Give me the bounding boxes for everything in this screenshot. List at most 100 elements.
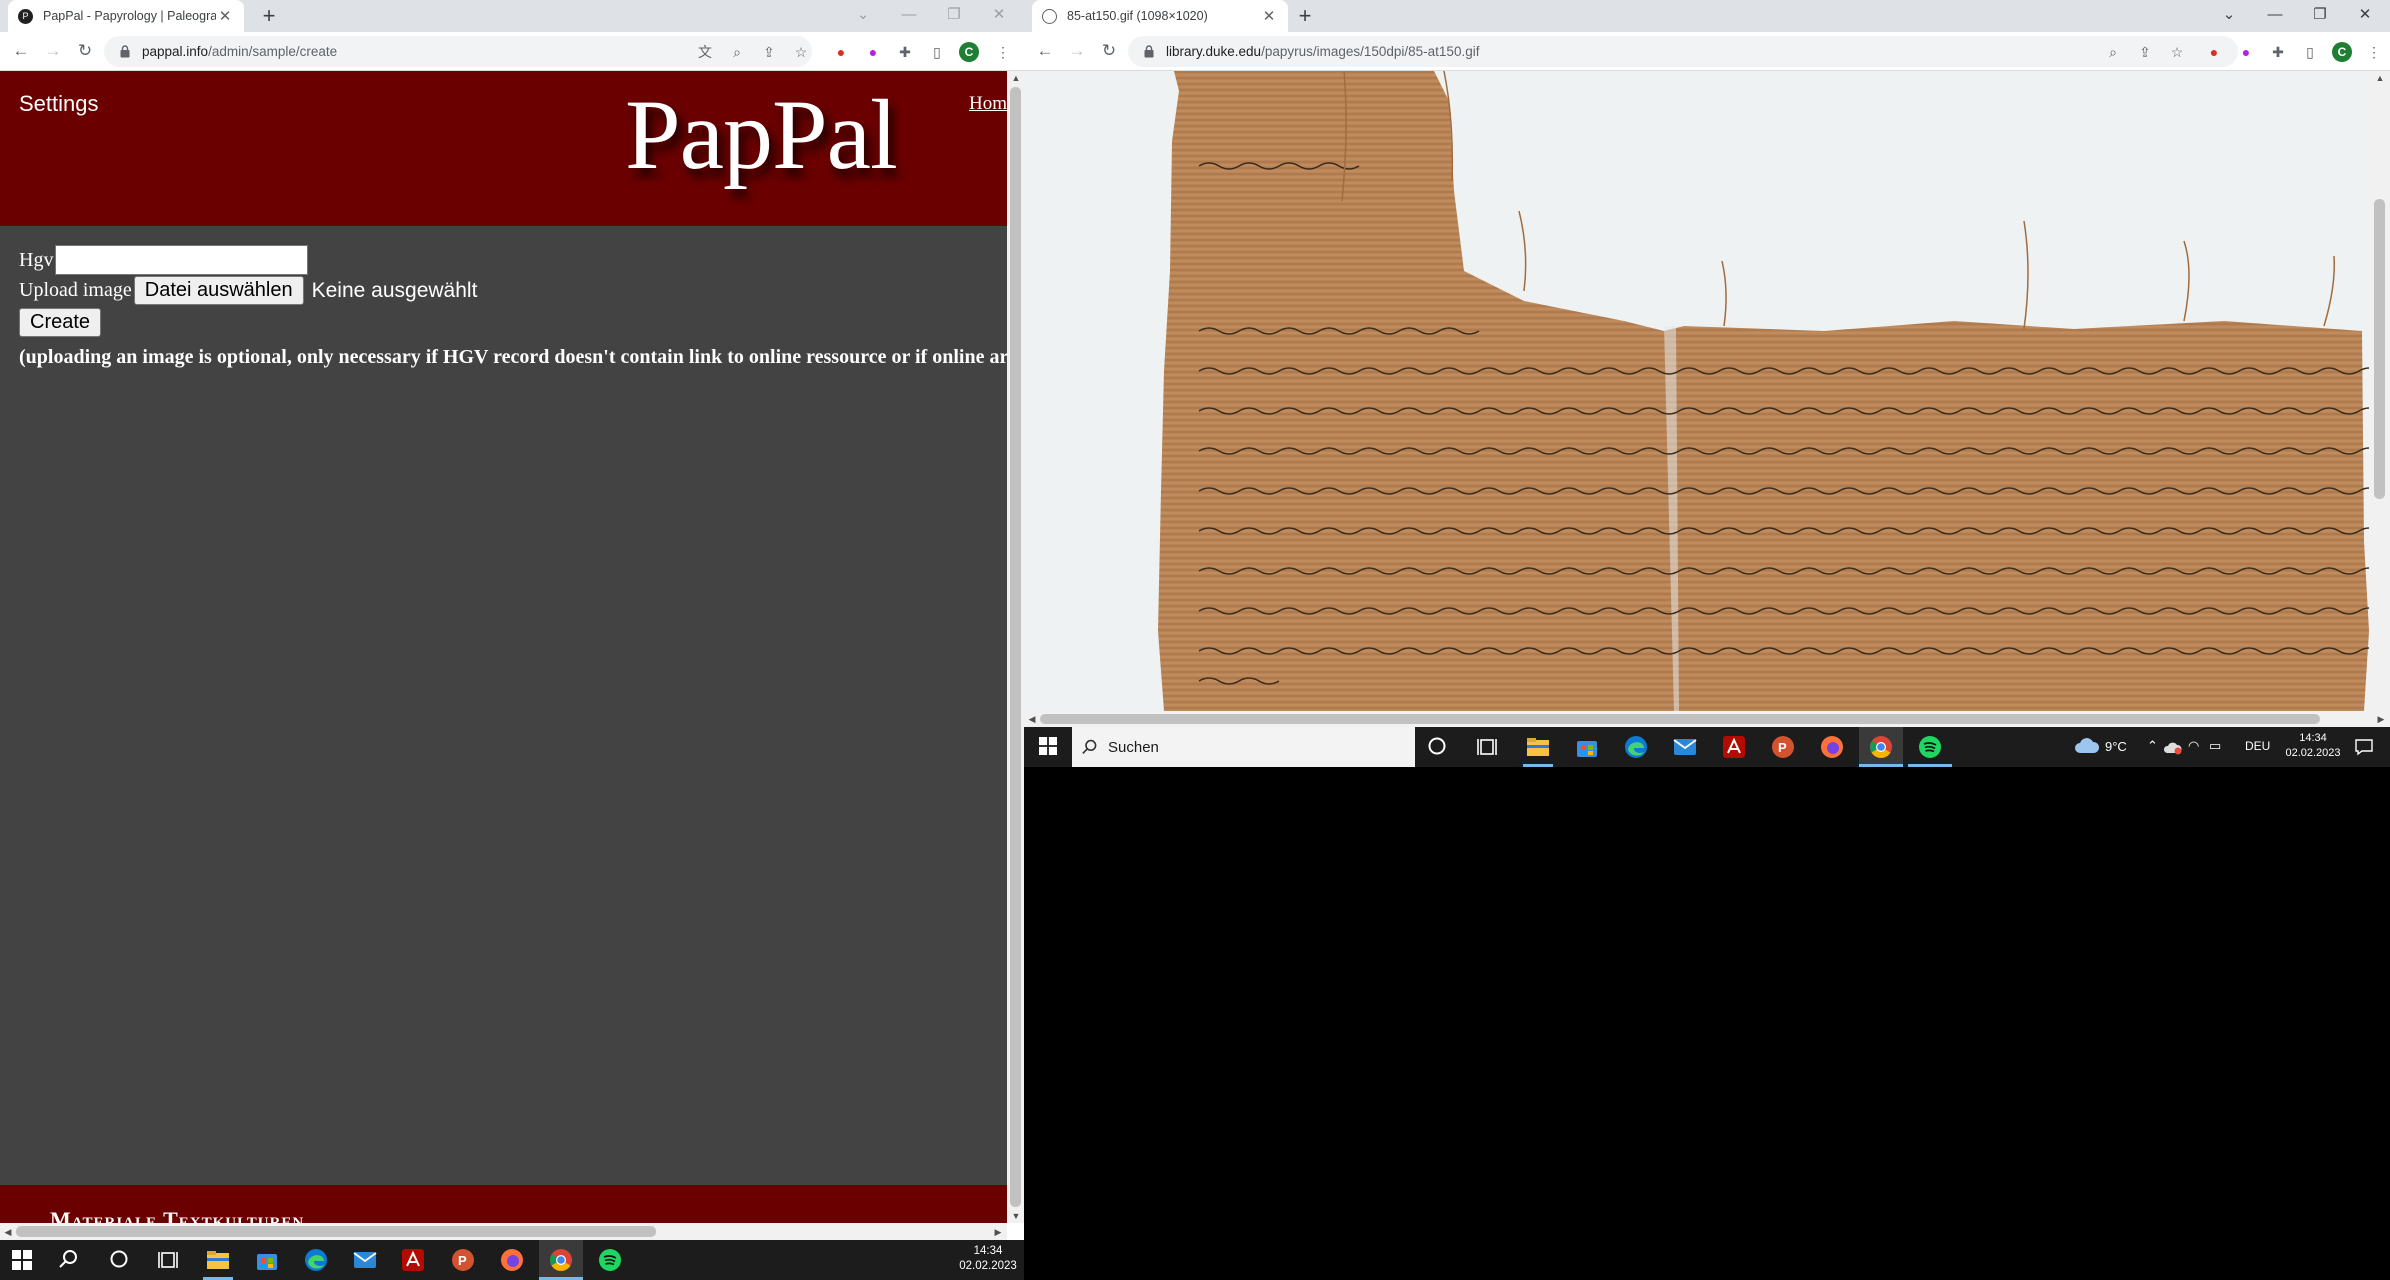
edge-icon[interactable] <box>304 1248 328 1272</box>
home-link[interactable]: Home <box>969 93 1007 115</box>
scroll-up-right-icon[interactable]: ▲ <box>2373 71 2387 85</box>
reload-icon[interactable]: ↻ <box>74 40 96 62</box>
spotify-right-icon[interactable] <box>1918 735 1942 759</box>
notifications-icon[interactable] <box>2354 737 2374 757</box>
vertical-scrollbar-right[interactable]: ▲ <box>2369 71 2390 711</box>
vertical-scrollbar[interactable]: ▲ ▼ <box>1007 71 1024 1223</box>
new-tab-button[interactable]: + <box>256 4 282 30</box>
back-arrow-right-icon[interactable]: ← <box>1034 40 1056 62</box>
create-button[interactable]: Create <box>19 308 102 337</box>
forward-arrow-right-icon[interactable]: → <box>1066 40 1088 62</box>
address-bar-right[interactable]: library.duke.edu/papyrus/images/150dpi/8… <box>1128 36 2238 67</box>
forward-arrow-icon[interactable]: → <box>42 40 64 62</box>
battery-icon[interactable]: ▭ <box>2209 738 2221 754</box>
task-view-icon[interactable] <box>157 1249 179 1271</box>
new-tab-right-button[interactable]: + <box>1292 4 1318 30</box>
task-view-right-icon[interactable] <box>1476 736 1498 758</box>
extensions-puzzle-icon[interactable]: ✚ <box>895 42 915 62</box>
chrome-icon[interactable] <box>549 1248 573 1272</box>
weather-temp[interactable]: 9°C <box>2105 739 2127 754</box>
sidepanel-icon[interactable]: ▯ <box>927 42 947 62</box>
close-window-button[interactable]: ✕ <box>978 0 1020 32</box>
tab-pappal[interactable]: P PapPal - Papyrology | Paleography ✕ <box>8 0 244 32</box>
hgv-label: Hgv <box>19 248 54 271</box>
scroll-down-arrow-icon[interactable]: ▼ <box>1009 1209 1023 1223</box>
settings-link[interactable]: Settings <box>19 91 99 117</box>
pappal-page: Settings PapPal Home Hgv Upload image Da… <box>0 71 1007 1223</box>
tab-search-icon[interactable]: ⌄ <box>842 0 884 32</box>
choose-file-button[interactable]: Datei auswählen <box>133 276 304 305</box>
vertical-scroll-thumb[interactable] <box>1010 87 1021 1207</box>
translate-icon[interactable]: 文 <box>695 42 715 62</box>
extension-purple-right-icon[interactable]: ● <box>2236 42 2256 62</box>
tab-search-right-icon[interactable]: ⌄ <box>2208 0 2250 32</box>
chrome-right-icon[interactable] <box>1869 735 1893 759</box>
weather-cloud-icon[interactable] <box>2074 737 2100 755</box>
profile-avatar[interactable]: C <box>959 42 979 62</box>
extension-red-icon[interactable]: ● <box>831 42 851 62</box>
clock-right[interactable]: 14:34 02.02.2023 <box>2274 731 2352 761</box>
vertical-thumb-right[interactable] <box>2374 199 2385 499</box>
bookmark-star-icon[interactable]: ☆ <box>791 42 811 62</box>
bookmark-star-right-icon[interactable]: ☆ <box>2167 42 2187 62</box>
clock-bottom[interactable]: 14:34 02.02.2023 <box>955 1244 1021 1274</box>
restore-button[interactable]: ❐ <box>933 0 975 32</box>
horizontal-scrollbar-right[interactable]: ◀ ▶ <box>1024 711 2390 727</box>
file-explorer-icon[interactable] <box>206 1248 230 1272</box>
cortana-icon[interactable] <box>109 1249 129 1269</box>
tab-duke-image[interactable]: 85-at150.gif (1098×1020) ✕ <box>1032 0 1288 32</box>
share-icon[interactable]: ⇪ <box>759 42 779 62</box>
horizontal-thumb-right[interactable] <box>1040 714 2320 724</box>
menu-kebab-right-icon[interactable]: ⋮ <box>2364 42 2384 62</box>
onedrive-icon[interactable] <box>2164 739 2182 755</box>
zoom-icon[interactable]: ⌕ <box>727 42 747 62</box>
menu-kebab-icon[interactable]: ⋮ <box>993 42 1013 62</box>
store-right-icon[interactable] <box>1575 735 1599 759</box>
search-icon[interactable] <box>59 1249 79 1269</box>
scroll-left-arrow-icon[interactable]: ◀ <box>1 1225 15 1239</box>
scroll-right-right-icon[interactable]: ▶ <box>2374 712 2388 726</box>
back-arrow-icon[interactable]: ← <box>10 40 32 62</box>
store-icon[interactable] <box>255 1248 279 1272</box>
close-tab-right-icon[interactable]: ✕ <box>1260 7 1278 25</box>
firefox-icon[interactable] <box>500 1248 524 1272</box>
wifi-icon[interactable]: ◠ <box>2188 738 2199 754</box>
scroll-right-arrow-icon[interactable]: ▶ <box>991 1225 1005 1239</box>
powerpoint-right-icon[interactable]: P <box>1771 735 1795 759</box>
mail-right-icon[interactable] <box>1673 735 1697 759</box>
tray-chevron-up-icon[interactable]: ⌃ <box>2147 738 2158 754</box>
scroll-left-right-icon[interactable]: ◀ <box>1025 712 1039 726</box>
taskbar-search-box[interactable]: Suchen <box>1072 727 1415 767</box>
profile-avatar-right[interactable]: C <box>2332 42 2352 62</box>
minimize-right-button[interactable]: — <box>2254 0 2296 32</box>
firefox-right-icon[interactable] <box>1820 735 1844 759</box>
acrobat-icon[interactable] <box>401 1248 425 1272</box>
extensions-puzzle-right-icon[interactable]: ✚ <box>2268 42 2288 62</box>
share-right-icon[interactable]: ⇪ <box>2135 42 2155 62</box>
scroll-up-arrow-icon[interactable]: ▲ <box>1009 71 1023 85</box>
spotify-icon[interactable] <box>598 1248 622 1272</box>
reload-right-icon[interactable]: ↻ <box>1098 40 1120 62</box>
minimize-button[interactable]: — <box>888 0 930 32</box>
acrobat-right-icon[interactable] <box>1722 735 1746 759</box>
horizontal-scrollbar[interactable]: ◀ ▶ <box>0 1223 1007 1240</box>
sidepanel-right-icon[interactable]: ▯ <box>2300 42 2320 62</box>
cortana-right-icon[interactable] <box>1427 736 1447 756</box>
edge-right-icon[interactable] <box>1624 735 1648 759</box>
windows-start-right-icon[interactable] <box>1039 737 1057 755</box>
extension-purple-icon[interactable]: ● <box>863 42 883 62</box>
powerpoint-icon[interactable]: P <box>451 1248 475 1272</box>
close-window-right-button[interactable]: ✕ <box>2344 0 2386 32</box>
windows-start-icon[interactable] <box>12 1250 32 1270</box>
hgv-input[interactable] <box>55 245 309 275</box>
close-tab-icon[interactable]: ✕ <box>216 7 234 25</box>
extension-red-right-icon[interactable]: ● <box>2204 42 2224 62</box>
papyrus-image[interactable] <box>1024 71 2369 711</box>
horizontal-scroll-thumb[interactable] <box>16 1226 656 1237</box>
language-indicator[interactable]: DEU <box>2245 739 2270 753</box>
file-explorer-right-icon[interactable] <box>1526 735 1550 759</box>
restore-right-button[interactable]: ❐ <box>2299 0 2341 32</box>
zoom-right-icon[interactable]: ⌕ <box>2103 42 2123 62</box>
url-host-right: library.duke.edu <box>1166 44 1262 59</box>
mail-icon[interactable] <box>353 1248 377 1272</box>
